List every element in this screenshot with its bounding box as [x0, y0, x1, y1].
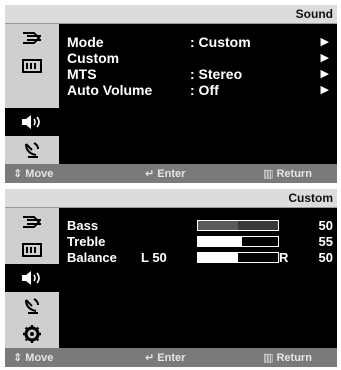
sidebar: [5, 24, 59, 164]
menu-item-auto-volume[interactable]: Auto Volume : Off ▶: [59, 82, 337, 98]
balance-left-label: L 50: [141, 250, 167, 265]
channel-icon[interactable]: [5, 292, 59, 320]
input-icon[interactable]: [5, 24, 59, 52]
item-label: Balance: [67, 250, 117, 265]
arrow-right-icon: ▶: [320, 52, 329, 64]
menu-item-mts[interactable]: MTS : Stereo ▶: [59, 66, 337, 82]
menu-title: Custom: [288, 191, 333, 205]
treble-slider[interactable]: [197, 236, 279, 247]
setup-icon[interactable]: [5, 320, 59, 348]
picture-icon[interactable]: [5, 52, 59, 80]
item-label: Custom: [67, 50, 120, 66]
sidebar: [5, 208, 59, 348]
item-label: Auto Volume: [67, 82, 153, 98]
menu-body: Mode : Custom ▶ Custom ▶ MTS : Stereo ▶ …: [5, 24, 337, 164]
menu-title: Sound: [295, 7, 333, 21]
item-value: 50: [318, 250, 333, 265]
return-hint: ▥ Return: [263, 167, 312, 180]
enter-icon: ↵: [145, 352, 155, 364]
balance-right-label: R: [279, 250, 289, 265]
arrow-right-icon: ▶: [320, 36, 329, 48]
item-value: 50: [318, 218, 333, 233]
move-hint: ⇕ Move: [13, 352, 54, 364]
picture-icon[interactable]: [5, 236, 59, 264]
sound-icon[interactable]: [5, 264, 59, 292]
item-value: : Off: [190, 82, 219, 98]
arrow-right-icon: ▶: [320, 68, 329, 80]
custom-menu-panel: Custom Bass 50 Treble 55 Balance L 50 R …: [5, 189, 337, 367]
menu-item-custom[interactable]: Custom ▶: [59, 50, 337, 66]
item-value: : Custom: [190, 34, 251, 50]
return-label: Return: [276, 352, 312, 364]
menu-icon: ▥: [263, 352, 274, 364]
item-value: : Stereo: [190, 66, 243, 82]
sound-icon[interactable]: [5, 108, 59, 136]
menu-body: Bass 50 Treble 55 Balance L 50 R 50: [5, 208, 337, 348]
item-label: Bass: [67, 218, 99, 233]
return-label: Return: [276, 168, 312, 180]
title-bar: Custom: [5, 189, 337, 208]
move-label: Move: [25, 352, 54, 364]
move-label: Move: [25, 168, 54, 180]
enter-label: Enter: [157, 168, 186, 180]
enter-hint: ↵ Enter: [145, 167, 185, 180]
balance-slider[interactable]: [197, 252, 279, 263]
menu-footer: ⇕ Move ↵ Enter ▥ Return: [5, 348, 337, 367]
custom-item-bass[interactable]: Bass 50: [59, 218, 337, 233]
sound-menu-panel: Sound Mode : Custom ▶ Custom ▶ MTS: Ste…: [5, 5, 337, 183]
menu-item-mode[interactable]: Mode : Custom ▶: [59, 34, 337, 50]
menu-icon: ▥: [263, 168, 274, 180]
item-value: 55: [318, 234, 333, 249]
enter-hint: ↵ Enter: [145, 351, 185, 364]
item-label: Mode: [67, 34, 104, 50]
enter-icon: ↵: [145, 168, 155, 180]
enter-label: Enter: [157, 352, 186, 364]
custom-item-treble[interactable]: Treble 55: [59, 234, 337, 249]
move-hint: ⇕ Move: [13, 168, 54, 180]
title-bar: Sound: [5, 5, 337, 24]
menu-footer: ⇕ Move ↵ Enter ▥ Return: [5, 164, 337, 183]
item-label: MTS: [67, 66, 97, 82]
return-hint: ▥ Return: [263, 351, 312, 364]
item-label: Treble: [67, 234, 106, 249]
bass-slider[interactable]: [197, 220, 279, 231]
channel-icon[interactable]: [5, 136, 59, 164]
arrow-right-icon: ▶: [320, 84, 329, 96]
custom-item-balance[interactable]: Balance L 50 R 50: [59, 250, 337, 265]
input-icon[interactable]: [5, 208, 59, 236]
